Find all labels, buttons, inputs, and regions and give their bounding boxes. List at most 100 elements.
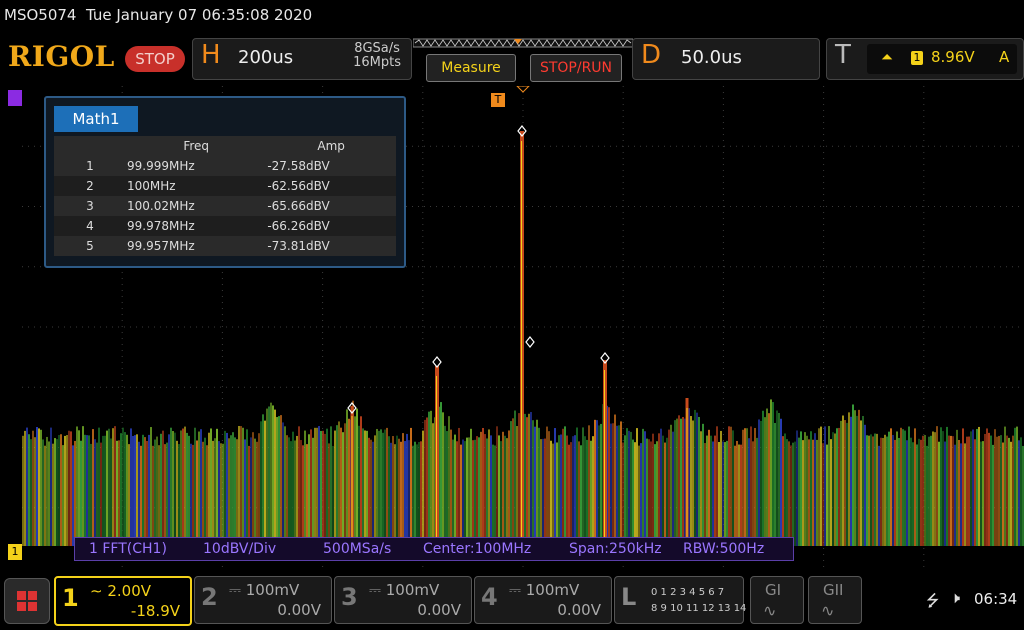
noise-bin	[512, 418, 514, 546]
generator2-panel[interactable]: GII ∿	[808, 576, 862, 624]
noise-bin	[546, 426, 548, 546]
noise-bin	[660, 428, 662, 546]
noise-bin	[532, 420, 534, 546]
noise-bin	[982, 441, 984, 546]
noise-bin	[662, 435, 664, 546]
noise-bin	[632, 439, 634, 546]
main-menu-button[interactable]	[4, 578, 50, 624]
noise-bin	[248, 445, 250, 546]
ch2-scale: ⎓ 100mV	[229, 581, 300, 599]
ch4-panel[interactable]: 4 ⎓ 100mV 0.00V	[474, 576, 612, 624]
noise-bin	[646, 438, 648, 546]
noise-bin	[272, 405, 274, 546]
logic-panel[interactable]: L 0 1 2 3 4 5 6 7 8 9 10 11 12 13 14 15	[614, 576, 762, 624]
noise-bin	[612, 423, 614, 546]
noise-bin	[800, 431, 802, 546]
noise-bin	[354, 416, 356, 546]
noise-bin	[894, 439, 896, 546]
logic-label: L	[621, 583, 637, 611]
run-state-badge[interactable]: STOP	[125, 46, 185, 72]
usb-icon[interactable]: ⭍	[926, 590, 939, 617]
noise-bin	[142, 434, 144, 546]
speaker-muted-icon[interactable]: 🕨	[950, 588, 960, 608]
horizontal-panel[interactable]: H 200us 8GSa/s 16Mpts	[192, 38, 412, 80]
delay-panel[interactable]: D 50.0us	[632, 38, 820, 80]
noise-bin	[230, 435, 232, 546]
noise-bin	[448, 416, 450, 546]
noise-bin	[360, 416, 362, 546]
noise-bin	[482, 427, 484, 546]
noise-bin	[710, 435, 712, 546]
noise-bin	[946, 426, 948, 546]
memory-depth: 16Mpts	[353, 55, 401, 70]
noise-bin	[490, 435, 492, 546]
noise-bin	[526, 417, 528, 546]
noise-bin	[466, 437, 468, 546]
trigger-level: 8.96V	[931, 48, 975, 66]
noise-bin	[932, 431, 934, 546]
noise-bin	[1020, 437, 1022, 546]
noise-bin	[34, 437, 36, 546]
ch2-panel[interactable]: 2 ⎓ 100mV 0.00V	[194, 576, 332, 624]
ch1-panel[interactable]: 1 ∼ 2.00V -18.9V	[54, 576, 192, 626]
spectral-peak-core	[351, 416, 353, 541]
noise-bin	[24, 430, 26, 546]
noise-bin	[1014, 427, 1016, 546]
noise-bin	[776, 410, 778, 546]
noise-bin	[914, 428, 916, 546]
noise-bin	[254, 438, 256, 546]
noise-bin	[692, 420, 694, 546]
noise-bin	[642, 428, 644, 546]
noise-bin	[484, 434, 486, 546]
noise-bin	[738, 444, 740, 546]
noise-bin	[192, 444, 194, 546]
noise-bin	[252, 432, 254, 546]
ch3-panel[interactable]: 3 ⎓ 100mV 0.00V	[334, 576, 472, 624]
trigger-panel[interactable]: T ⏶ 1 8.96V A	[826, 38, 1024, 80]
noise-bin	[576, 427, 578, 546]
noise-bin	[376, 428, 378, 546]
noise-bin	[544, 438, 546, 546]
noise-bin	[342, 432, 344, 546]
ch4-label: 4	[481, 583, 498, 611]
noise-bin	[732, 430, 734, 546]
noise-bin	[390, 442, 392, 546]
noise-bin	[992, 444, 994, 546]
noise-bin	[488, 429, 490, 546]
stop-run-button[interactable]: STOP/RUN	[530, 54, 622, 82]
noise-bin	[286, 435, 288, 546]
noise-bin	[338, 421, 340, 546]
noise-bin	[718, 441, 720, 546]
noise-bin	[664, 442, 666, 546]
fft-info-bar[interactable]: 1 FFT(CH1) 10dBV/Div 500MSa/s Center:100…	[74, 537, 794, 561]
noise-bin	[1004, 426, 1006, 546]
noise-bin	[80, 440, 82, 546]
math-channel-marker[interactable]	[8, 90, 22, 106]
noise-bin	[806, 435, 808, 546]
noise-bin	[704, 443, 706, 546]
noise-bin	[906, 440, 908, 546]
top-bar: RIGOL STOP H 200us 8GSa/s 16Mpts Measure…	[0, 36, 1024, 82]
noise-bin	[726, 440, 728, 546]
noise-bin	[888, 431, 890, 546]
noise-bin	[996, 436, 998, 546]
noise-bin	[666, 437, 668, 546]
noise-bin	[542, 438, 544, 546]
measure-button[interactable]: Measure	[426, 54, 516, 82]
noise-bin	[592, 436, 594, 546]
noise-bin	[102, 435, 104, 546]
ch4-scale: ⎓ 100mV	[509, 581, 580, 599]
noise-bin	[464, 441, 466, 546]
noise-bin	[160, 433, 162, 546]
noise-bin	[840, 420, 842, 546]
ch1-offset-marker[interactable]: 1	[8, 544, 22, 560]
noise-bin	[346, 409, 348, 546]
noise-bin	[182, 428, 184, 546]
math1-tab[interactable]: Math1	[54, 106, 138, 132]
generator1-panel[interactable]: GI ∿	[750, 576, 804, 624]
noise-bin	[984, 433, 986, 546]
noise-bin	[974, 439, 976, 546]
noise-bin	[844, 420, 846, 546]
noise-bin	[568, 444, 570, 546]
noise-bin	[30, 439, 32, 546]
